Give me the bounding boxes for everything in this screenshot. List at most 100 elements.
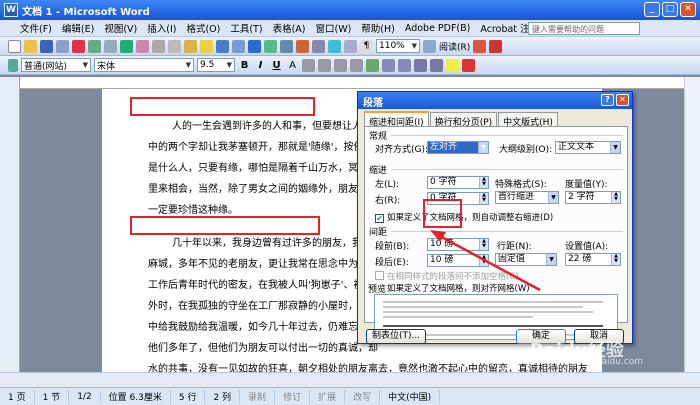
font-select[interactable]: 宋体 ▼: [94, 58, 194, 72]
set-value-input[interactable]: 22 磅 ▲ ▼: [565, 253, 621, 266]
space-before-input[interactable]: 10 磅 ▲ ▼: [427, 238, 489, 251]
columns-icon[interactable]: [312, 39, 325, 53]
dialog-close-button[interactable]: ✕: [616, 94, 629, 106]
formatting-toolbar: 普通(网站) ▼ 宋体 ▼ 9.5 ▼ B I U A: [0, 56, 700, 75]
menu-adobe-pdf[interactable]: Adobe PDF(B): [405, 23, 471, 34]
line-spacing-icon[interactable]: [366, 58, 379, 72]
pdf-icon[interactable]: [72, 39, 85, 53]
insert-excel-icon[interactable]: [296, 39, 309, 53]
paste-icon[interactable]: [184, 39, 197, 53]
decrease-indent-icon[interactable]: [414, 58, 427, 72]
menu-help[interactable]: 帮助(H): [361, 21, 395, 35]
doc-line: 中的两个字却让我茅塞顿开，那就是'随缘'，按佛经: [148, 142, 374, 153]
menu-view[interactable]: 视图(V): [104, 21, 137, 35]
help-search-input[interactable]: 键入需要帮助的问题: [528, 22, 640, 35]
new-document-icon[interactable]: [8, 39, 21, 53]
set-value-label: 设置值(A):: [565, 242, 609, 252]
annotation-box-before: [130, 97, 315, 116]
bullets-icon[interactable]: [398, 58, 411, 72]
tab-line-page-breaks[interactable]: 换行和分页(P): [429, 112, 498, 128]
maximize-button[interactable]: □: [662, 2, 678, 17]
left-indent-input[interactable]: 0 字符 ▲ ▼: [427, 176, 489, 189]
undo-icon[interactable]: [216, 39, 229, 53]
numbering-icon[interactable]: [382, 58, 395, 72]
outline-level-select[interactable]: 正文文本 ▼: [555, 141, 621, 154]
copy-icon[interactable]: [168, 39, 181, 53]
status-ovr[interactable]: 改写: [345, 390, 381, 403]
checkbox-empty-icon: [375, 271, 384, 280]
status-column: 2 列: [205, 390, 241, 403]
align-left-icon[interactable]: [302, 58, 315, 72]
auto-indent-grid-checkbox[interactable]: ✔ 如果定义了文档网格，则自动调整右缩进(D): [375, 211, 553, 223]
section-indent: 缩进: [369, 166, 388, 176]
doc-line: 里来相会，当然，除了男女之间的姻缘外，朋友之间: [148, 184, 378, 195]
font-size-select[interactable]: 9.5 ▼: [197, 58, 235, 72]
status-rec[interactable]: 录制: [240, 390, 276, 403]
cut-icon[interactable]: [152, 39, 165, 53]
status-page: 1 页: [0, 390, 35, 403]
menu-edit[interactable]: 编辑(E): [62, 21, 94, 35]
permission-icon[interactable]: [56, 39, 69, 53]
status-section: 1 节: [35, 390, 70, 403]
menu-window[interactable]: 窗口(W): [315, 21, 351, 35]
drawing-icon[interactable]: [328, 39, 341, 53]
tab-indent-spacing[interactable]: 缩进和间距(I): [364, 111, 429, 128]
status-pages: 1/2: [69, 391, 101, 402]
line-spacing-select[interactable]: 固定值 ▼: [495, 253, 557, 266]
doc-line: 工作后青年时代的密友，在我被人叫'狗崽子'、被人: [148, 280, 374, 291]
alignment-select[interactable]: 左对齐 ▼: [427, 141, 489, 154]
print-preview-icon[interactable]: [104, 39, 117, 53]
indent-amount-input[interactable]: 2 字符 ▲ ▼: [565, 191, 621, 204]
print-icon[interactable]: [88, 39, 101, 53]
hyperlink-icon[interactable]: [248, 39, 261, 53]
redo-icon[interactable]: [232, 39, 245, 53]
tab-chinese-typography[interactable]: 中文版式(H): [498, 112, 558, 128]
italic-button[interactable]: I: [254, 60, 267, 71]
zoom-select[interactable]: 110% ▼: [376, 39, 420, 53]
indent-amount-label: 度量值(Y):: [565, 180, 608, 190]
increase-indent-icon[interactable]: [430, 58, 443, 72]
vertical-scrollbar[interactable]: [684, 77, 700, 372]
align-right-icon[interactable]: [334, 58, 347, 72]
close-button[interactable]: ✕: [680, 2, 696, 17]
bold-button[interactable]: B: [238, 60, 251, 71]
status-ext[interactable]: 扩展: [310, 390, 346, 403]
spelling-icon[interactable]: [120, 39, 133, 53]
highlight-icon[interactable]: [446, 58, 459, 72]
snap-to-grid-checkbox[interactable]: ✔如果定义了文档网格，则对齐网格(W): [375, 282, 530, 294]
status-line: 5 行: [171, 390, 206, 403]
format-painter-icon[interactable]: [200, 39, 213, 53]
dialog-help-button[interactable]: ?: [601, 94, 614, 106]
help-icon[interactable]: [423, 39, 436, 53]
minimize-button[interactable]: _: [644, 2, 660, 17]
doc-line: 中给我鼓励给我温暖，如今几十年过去，仍难忘少女: [148, 322, 378, 333]
style-select[interactable]: 普通(网站) ▼: [21, 58, 91, 72]
tables-borders-icon[interactable]: [264, 39, 277, 53]
show-formatting-icon[interactable]: ¶: [360, 39, 373, 53]
underline-button[interactable]: U: [270, 60, 283, 71]
save-icon[interactable]: [40, 39, 53, 53]
document-map-icon[interactable]: [344, 39, 357, 53]
justify-icon[interactable]: [350, 58, 363, 72]
dialog-title-bar: 段落 ? ✕: [358, 92, 632, 109]
tabs-button[interactable]: 制表位(T)...: [366, 329, 426, 344]
open-folder-icon[interactable]: [24, 39, 37, 53]
research-icon[interactable]: [136, 39, 149, 53]
styles-icon[interactable]: [8, 58, 18, 72]
font-color-icon[interactable]: [462, 58, 475, 72]
read-mode-button[interactable]: 阅读(R): [439, 40, 470, 53]
menu-format[interactable]: 格式(O): [186, 21, 220, 35]
acrobat-email-icon[interactable]: [489, 39, 503, 53]
status-trk[interactable]: 修订: [275, 390, 311, 403]
acrobat-icon[interactable]: [473, 39, 487, 53]
menu-table[interactable]: 表格(A): [273, 21, 306, 35]
align-center-icon[interactable]: [318, 58, 331, 72]
font-char-icon[interactable]: A: [286, 60, 299, 71]
menu-tools[interactable]: 工具(T): [230, 21, 262, 35]
no-space-same-style-checkbox[interactable]: 在相同样式的段落间不添加空格(C): [375, 270, 519, 282]
menu-file[interactable]: 文件(F): [20, 21, 52, 35]
special-format-select[interactable]: 首行缩进 ▼: [495, 191, 559, 204]
menu-insert[interactable]: 插入(I): [147, 21, 176, 35]
space-after-input[interactable]: 10 磅 ▲ ▼: [427, 254, 489, 267]
insert-table-icon[interactable]: [280, 39, 293, 53]
